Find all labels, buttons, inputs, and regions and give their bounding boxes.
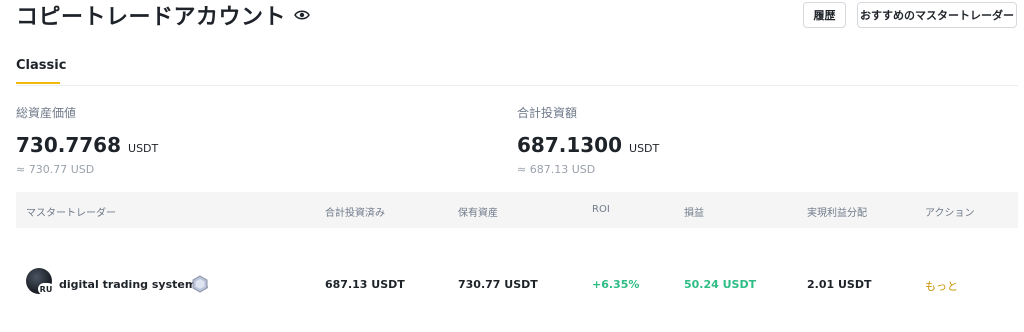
tab-classic[interactable]: Classic — [16, 58, 66, 83]
trader-name[interactable]: digital trading system... — [59, 278, 209, 291]
holdings-cell: 730.77 USDT — [458, 278, 538, 291]
total-assets-value: 730.7768 — [16, 133, 122, 157]
column-header-invested: 合計投資済み — [325, 208, 385, 219]
country-badge: RU — [38, 283, 54, 295]
column-header-realized-share: 実現利益分配 — [807, 208, 867, 219]
column-header-trader: マスタートレーダー — [26, 208, 116, 219]
total-invested-value: 687.1300 — [517, 133, 623, 157]
history-button[interactable]: 履歴 — [803, 2, 846, 28]
recommended-traders-button[interactable]: おすすめのマスタートレーダー — [857, 2, 1017, 28]
table-header: マスタートレーダー 合計投資済み 保有資産 ROI 損益 実現利益分配 アクショ… — [16, 192, 1018, 228]
invested-cell: 687.13 USDT — [325, 278, 405, 291]
trader-rank-icon — [192, 275, 208, 293]
active-tab-indicator — [16, 82, 60, 84]
tab-bar: Classic — [16, 58, 1018, 86]
more-action-link[interactable]: もっと — [925, 278, 958, 294]
total-invested-label: 合計投資額 — [517, 106, 578, 120]
total-invested-unit: USDT — [629, 142, 660, 155]
total-invested-approx: ≈ 687.13 USD — [517, 163, 596, 176]
column-header-action: アクション — [925, 208, 975, 219]
column-header-roi: ROI — [592, 204, 610, 215]
total-assets-summary: 総資産価値 730.7768 USDT ≈ 730.77 USD — [16, 104, 158, 176]
roi-cell: +6.35% — [592, 278, 640, 291]
table-row: RU digital trading system... 687.13 USDT… — [16, 266, 1018, 302]
page-title: コピートレードアカウント — [16, 5, 287, 30]
realized-share-cell: 2.01 USDT — [807, 278, 872, 291]
column-header-pnl: 損益 — [684, 208, 704, 219]
total-assets-label: 総資産価値 — [16, 106, 77, 120]
page-header: コピートレードアカウント — [16, 0, 310, 30]
column-header-holdings: 保有資産 — [458, 208, 498, 219]
eye-icon[interactable] — [294, 9, 310, 21]
total-assets-approx: ≈ 730.77 USD — [16, 163, 95, 176]
total-invested-summary: 合計投資額 687.1300 USDT ≈ 687.13 USD — [517, 104, 659, 176]
pnl-cell: 50.24 USDT — [684, 278, 757, 291]
total-assets-unit: USDT — [128, 142, 159, 155]
